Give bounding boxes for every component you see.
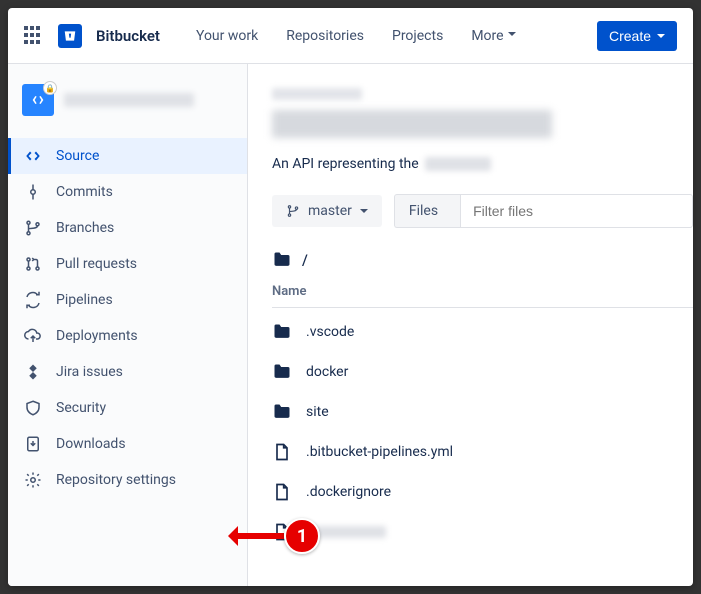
brand-name[interactable]: Bitbucket: [96, 27, 160, 45]
sidebar-item-label: Downloads: [56, 436, 126, 452]
page-title-redacted: [272, 110, 552, 138]
sidebar-item-label: Pipelines: [56, 292, 113, 308]
file-name-cutoff: [306, 526, 386, 538]
branch-icon: [24, 219, 42, 237]
desc-redacted: [425, 157, 491, 171]
deployments-icon: [24, 327, 42, 345]
file-row[interactable]: [272, 512, 693, 552]
repo-icon: 🔒: [22, 84, 54, 116]
sidebar-item-branches[interactable]: Branches: [8, 210, 247, 246]
sidebar-item-label: Deployments: [56, 328, 138, 344]
folder-icon: [272, 250, 292, 270]
file-name: .dockerignore: [306, 484, 391, 500]
file-row[interactable]: docker: [272, 352, 693, 392]
create-button[interactable]: Create: [597, 21, 677, 51]
nav-your-work[interactable]: Your work: [186, 20, 268, 52]
sidebar-item-pipelines[interactable]: Pipelines: [8, 282, 247, 318]
sidebar-item-deployments[interactable]: Deployments: [8, 318, 247, 354]
column-header-name: Name: [272, 284, 693, 308]
bitbucket-logo-icon[interactable]: [58, 24, 82, 48]
sidebar-item-security[interactable]: Security: [8, 390, 247, 426]
sidebar-item-downloads[interactable]: Downloads: [8, 426, 247, 462]
file-name: docker: [306, 364, 348, 380]
sidebar-item-commits[interactable]: Commits: [8, 174, 247, 210]
pipelines-icon: [24, 291, 42, 309]
file-row[interactable]: .vscode: [272, 312, 693, 352]
app-switcher-icon[interactable]: [24, 26, 44, 46]
folder-icon: [272, 322, 292, 342]
sidebar-item-label: Source: [56, 148, 99, 164]
project-header[interactable]: 🔒: [8, 76, 247, 124]
file-name: .bitbucket-pipelines.yml: [306, 444, 453, 460]
branch-selector[interactable]: master: [272, 195, 382, 227]
sidebar-item-label: Branches: [56, 220, 114, 236]
path-breadcrumb[interactable]: /: [272, 250, 693, 270]
repo-name-redacted: [64, 93, 194, 107]
main-content: An API representing the master Files: [248, 64, 693, 586]
file-name: .vscode: [306, 324, 354, 340]
sidebar-item-pull-requests[interactable]: Pull requests: [8, 246, 247, 282]
chevron-down-icon: [360, 209, 368, 217]
nav-more[interactable]: More: [461, 20, 525, 52]
shield-icon: [24, 399, 42, 417]
pull-request-icon: [24, 255, 42, 273]
sidebar-item-repository-settings[interactable]: Repository settings: [8, 462, 247, 498]
file-name: site: [306, 404, 329, 420]
lock-icon: 🔒: [43, 81, 57, 95]
top-nav: Bitbucket Your work Repositories Project…: [8, 8, 693, 64]
file-icon: [272, 482, 292, 502]
sidebar-item-label: Commits: [56, 184, 113, 200]
nav-repositories[interactable]: Repositories: [276, 20, 374, 52]
sidebar-item-jira-issues[interactable]: Jira issues: [8, 354, 247, 390]
nav-projects[interactable]: Projects: [382, 20, 453, 52]
filter-files-input[interactable]: [460, 194, 693, 228]
sidebar-item-source[interactable]: Source: [8, 138, 247, 174]
breadcrumb-redacted: [272, 88, 362, 100]
source-icon: [24, 147, 42, 165]
gear-icon: [24, 471, 42, 489]
commit-icon: [24, 183, 42, 201]
sidebar: 🔒 Source Commits Branches Pull requests: [8, 64, 248, 586]
download-icon: [24, 435, 42, 453]
files-filter-dropdown[interactable]: Files: [394, 194, 460, 228]
sidebar-item-label: Security: [56, 400, 106, 416]
jira-icon: [24, 363, 42, 381]
file-icon: [272, 522, 292, 542]
repo-description: An API representing the: [272, 156, 693, 172]
file-row[interactable]: .dockerignore: [272, 472, 693, 512]
folder-icon: [272, 362, 292, 382]
folder-icon: [272, 402, 292, 422]
file-icon: [272, 442, 292, 462]
sidebar-item-label: Pull requests: [56, 256, 137, 272]
sidebar-item-label: Jira issues: [56, 364, 123, 380]
file-row[interactable]: site: [272, 392, 693, 432]
file-row[interactable]: .bitbucket-pipelines.yml: [272, 432, 693, 472]
sidebar-item-label: Repository settings: [56, 472, 176, 488]
